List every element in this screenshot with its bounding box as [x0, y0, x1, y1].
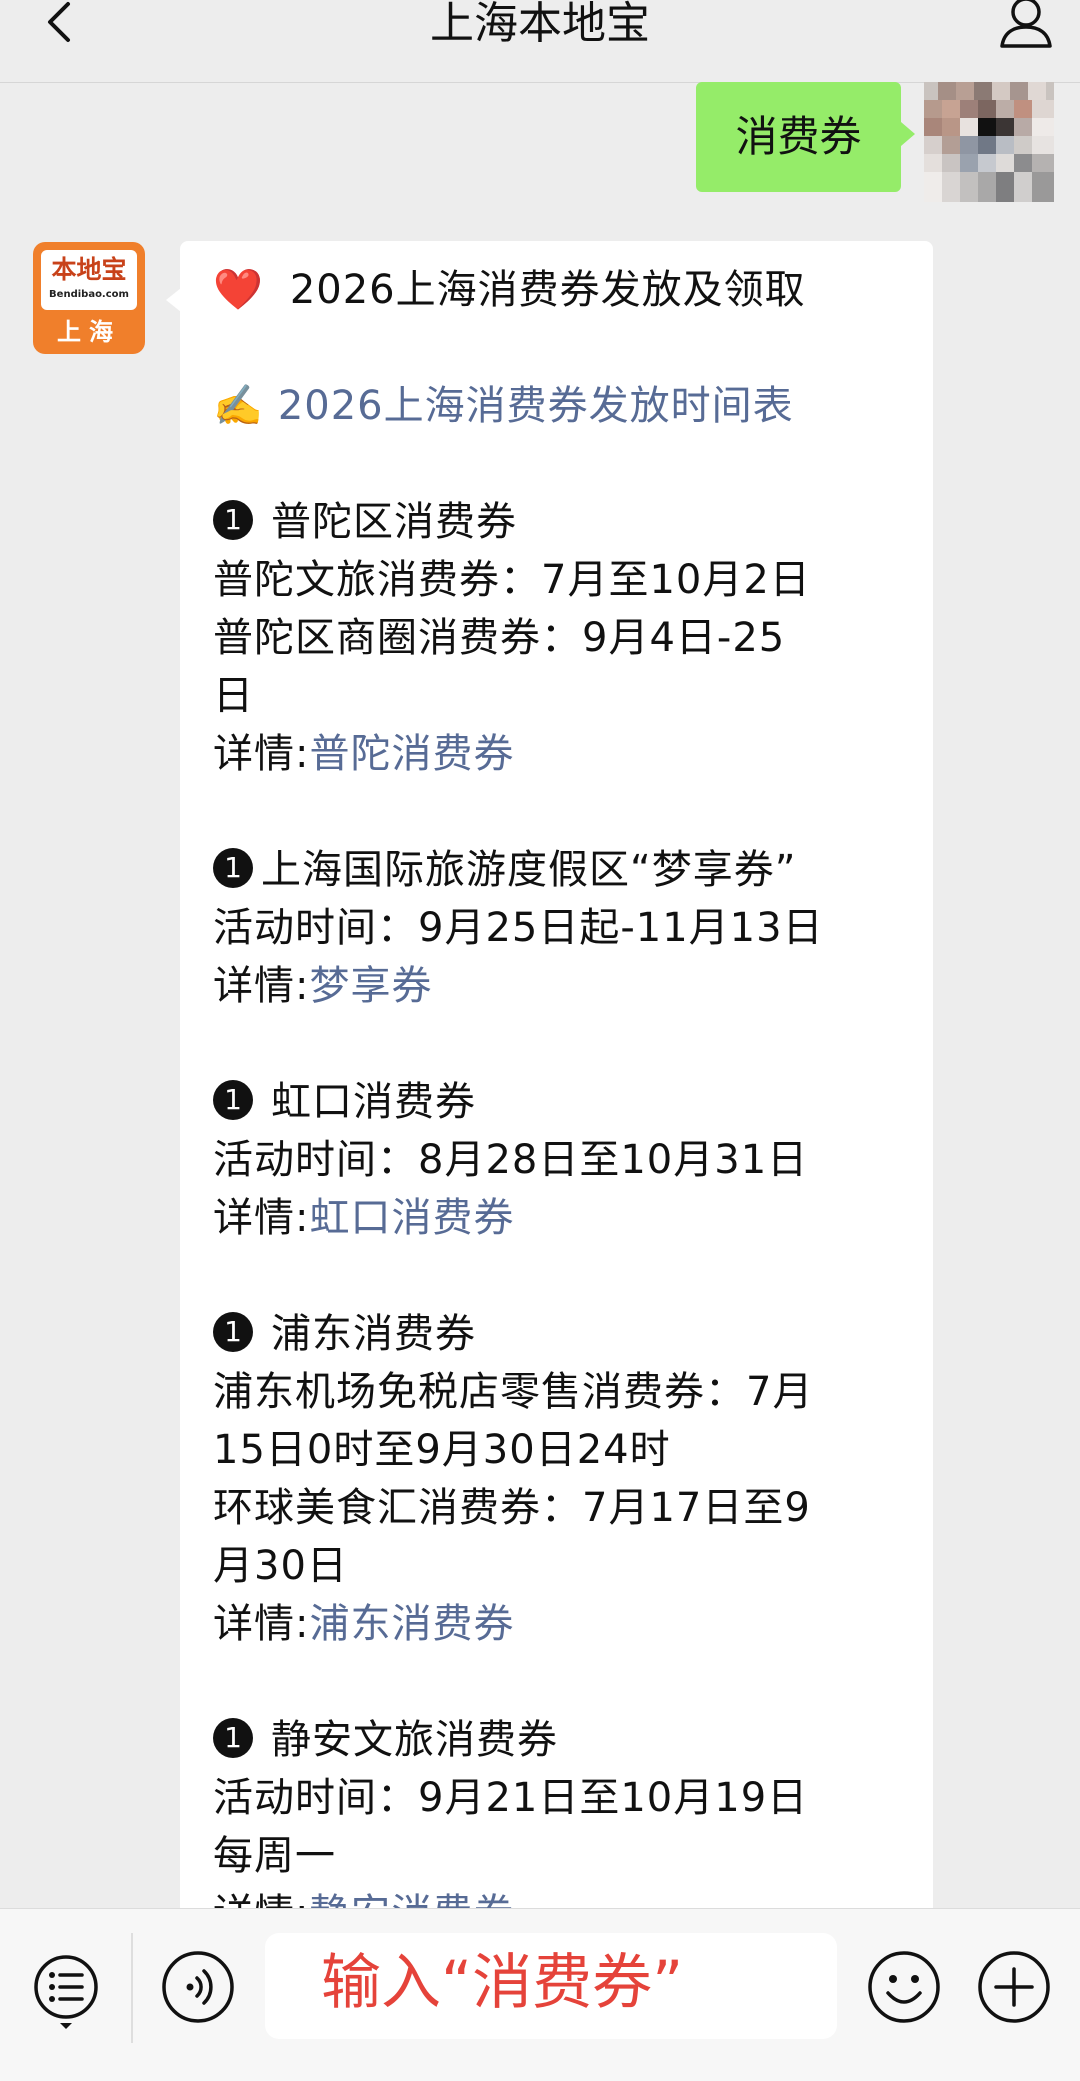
message-input[interactable]: 输入“消费券”	[265, 1933, 837, 2039]
schedule-link[interactable]: 2026上海消费券发放时间表	[278, 383, 794, 429]
section-detail: 详情:梦享券	[213, 963, 433, 1009]
number-one-icon: 1	[213, 1080, 253, 1120]
pudong-coupon-link[interactable]: 浦东消费券	[309, 1601, 514, 1647]
number-one-icon: 1	[213, 500, 253, 540]
chat-title: 上海本地宝	[430, 0, 650, 49]
my-avatar[interactable]	[924, 82, 1054, 202]
putuo-coupon-link[interactable]: 普陀消费券	[309, 731, 514, 777]
section-title: 1 浦东消费券	[213, 1305, 913, 1363]
plus-icon[interactable]	[976, 1949, 1052, 2025]
section-title: 1 普陀区消费券	[213, 493, 913, 551]
section-detail: 详情:浦东消费券	[213, 1601, 515, 1647]
section-title: 1 上海国际旅游度假区“梦享券”	[213, 841, 913, 899]
top-nav-bar: 上海本地宝	[0, 0, 1080, 83]
section-line: 普陀文旅消费券：7月至10月2日	[213, 557, 811, 603]
section-line: 月30日	[213, 1543, 348, 1589]
logo-panel: 本地宝 Bendibao.com	[41, 250, 137, 310]
hongkou-coupon-link[interactable]: 虹口消费券	[309, 1195, 514, 1241]
heart-icon: ❤️	[213, 267, 264, 313]
message-content: ❤️ 2026上海消费券发放及领取 ✍️ 2026上海消费券发放时间表 1 普陀区消费…	[213, 261, 913, 1921]
number-one-icon: 1	[213, 1718, 253, 1758]
section-title: 1 静安文旅消费券	[213, 1711, 913, 1769]
section-line: 活动时间：9月25日起-11月13日	[213, 905, 824, 951]
logo-city-text: 上海	[57, 318, 121, 346]
sender-avatar-logo[interactable]: 本地宝 Bendibao.com 上海	[33, 242, 145, 354]
section-line: 15日0时至9月30日24时	[213, 1427, 671, 1473]
message-subheading[interactable]: ✍️ 2026上海消费券发放时间表	[213, 377, 913, 435]
outgoing-message-bubble[interactable]: 消费券	[696, 82, 915, 192]
section-line: 浦东机场免税店零售消费券：7月	[213, 1369, 814, 1415]
section-detail: 详情:虹口消费券	[213, 1195, 515, 1241]
logo-url-text: Bendibao.com	[49, 289, 129, 300]
section-detail: 详情:普陀消费券	[213, 731, 515, 777]
emoji-icon[interactable]	[866, 1949, 942, 2025]
section-line: 活动时间：9月21日至10月19日	[213, 1775, 809, 1821]
section-line: 普陀区商圈消费券：9月4日-25	[213, 615, 786, 661]
dream-coupon-link[interactable]: 梦享券	[309, 963, 432, 1009]
message-bubble-tail	[166, 288, 181, 312]
section-line: 环球美食汇消费券：7月17日至9	[213, 1485, 811, 1531]
section-line: 每周一	[213, 1833, 336, 1879]
voice-icon[interactable]	[160, 1949, 236, 2025]
section-line: 日	[213, 673, 254, 719]
writing-hand-icon: ✍️	[213, 383, 264, 429]
outgoing-message-text: 消费券	[735, 112, 862, 161]
incoming-message-bubble: ❤️ 2026上海消费券发放及领取 ✍️ 2026上海消费券发放时间表 1 普陀区消费…	[180, 241, 933, 1921]
number-one-icon: 1	[213, 848, 253, 888]
section-line: 活动时间：8月28日至10月31日	[213, 1137, 809, 1183]
menu-list-icon[interactable]	[32, 1953, 100, 2031]
section-title: 1 虹口消费券	[213, 1073, 913, 1131]
toolbar-divider	[131, 1933, 133, 2043]
person-icon[interactable]	[996, 0, 1056, 52]
number-one-icon: 1	[213, 1312, 253, 1352]
logo-brand-text: 本地宝	[51, 255, 127, 284]
bottom-input-bar: 输入“消费券”	[0, 1908, 1080, 2081]
message-heading: ❤️ 2026上海消费券发放及领取	[213, 261, 913, 319]
heading-text: 2026上海消费券发放及领取	[289, 267, 806, 313]
